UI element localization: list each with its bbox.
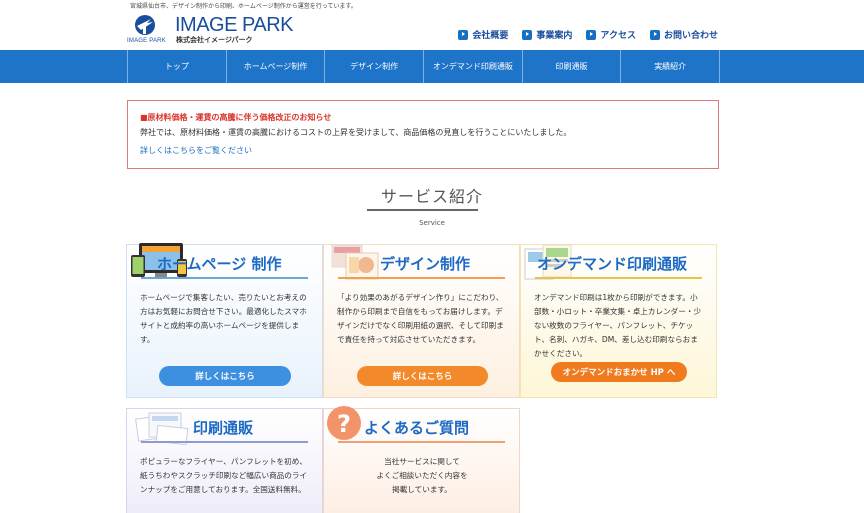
card-title-faq: よくあるご質問 — [364, 419, 470, 437]
svg-text:?: ? — [337, 410, 351, 438]
nav-item-print[interactable]: 印刷通販 — [523, 50, 622, 83]
card-title-web: ホームページ 制作 — [157, 255, 282, 273]
notice-title: ■原材料価格・運賃の高騰に伴う価格改正のお知らせ — [140, 113, 332, 122]
service-card-design: デザイン制作 「より効果のあがるデザイン作り」にこだわり、制作から印刷まで自信を… — [323, 244, 520, 398]
link-contact[interactable]: お問い合わせ — [649, 28, 718, 41]
card-divider — [338, 277, 505, 279]
faq-line: 掲載しています。 — [392, 485, 452, 494]
logo-main-text: IMAGE PARK — [175, 14, 294, 36]
card-title-print: 印刷通販 — [193, 419, 254, 437]
arrow-right-icon — [649, 29, 660, 40]
service-card-print: 印刷通販 ポピュラーなフライヤー、パンフレットを初め、紙うちわやスクラッチ印刷な… — [126, 408, 323, 513]
card-divider — [141, 441, 308, 443]
card-divider — [141, 277, 308, 279]
site-tagline: 宮城県仙台市、デザイン制作から印刷、ホームページ制作から運営を行っています。 — [130, 3, 357, 10]
service-card-ondemand: オンデマンド印刷通販 オンデマンド印刷は1枚から印刷ができます。小部数・小ロット… — [520, 244, 717, 398]
design-details-button[interactable]: 詳しくはこちら — [357, 366, 488, 386]
arrow-right-icon — [458, 29, 469, 40]
arrow-right-icon — [522, 29, 533, 40]
card-body-design: 「より効果のあがるデザイン作り」にこだわり、制作から印刷まで自信をもってお届けし… — [337, 293, 504, 344]
section-title: サービス紹介 — [380, 187, 483, 206]
nav-item-ondemand[interactable]: オンデマンド印刷通販 — [424, 50, 523, 83]
notice-text: 弊社では、原材料価格・運賃の高騰におけるコストの上昇を受けまして、商品価格の見直… — [140, 128, 572, 137]
card-body-web: ホームページで集客したい、売りたいとお考えの方はお気軽にお問合せ下さい。最適化し… — [140, 293, 307, 344]
price-notice: ■原材料価格・運賃の高騰に伴う価格改正のお知らせ 弊社では、原材料価格・運賃の高… — [127, 100, 719, 169]
card-body-faq: 当社サービスに関して よくご相談いただく内容を 掲載しています。 — [337, 455, 507, 497]
section-divider — [367, 209, 478, 211]
logo-small-text: IMAGE PARK — [127, 38, 166, 44]
card-title-design: デザイン制作 — [380, 255, 471, 273]
link-business[interactable]: 事業案内 — [522, 28, 572, 41]
card-divider — [535, 277, 702, 279]
question-mark-icon: ? — [327, 406, 361, 440]
logo-company-name: 株式会社イメージパーク — [176, 36, 253, 44]
nav-item-design[interactable]: デザイン制作 — [325, 50, 425, 83]
faq-line: 当社サービスに関して — [384, 457, 460, 466]
service-card-faq: ? よくあるご質問 当社サービスに関して よくご相談いただく内容を 掲載していま… — [323, 406, 520, 513]
arrow-right-icon — [586, 29, 597, 40]
card-title-ondemand: オンデマンド印刷通販 — [537, 255, 688, 273]
site-logo[interactable]: IMAGE PARK IMAGE PARK 株式会社イメージパーク — [127, 14, 297, 46]
web-details-button[interactable]: 詳しくはこちら — [159, 366, 291, 386]
nav-item-top[interactable]: トップ — [128, 50, 227, 83]
service-card-web: ホームページ 制作 ホームページで集客したい、売りたいとお考えの方はお気軽にお問… — [126, 243, 323, 398]
card-body-print: ポピュラーなフライヤー、パンフレットを初め、紙うちわやスクラッチ印刷など幅広い商… — [140, 457, 308, 494]
link-access[interactable]: アクセス — [586, 28, 636, 41]
section-subtitle: Service — [419, 219, 445, 227]
notice-link[interactable]: 詳しくはこちらをご覧ください — [140, 145, 252, 156]
header-links: 会社概要 事業案内 アクセス お問い合わせ — [458, 28, 718, 41]
faq-line: よくご相談いただく内容を — [376, 471, 468, 480]
nav-item-works[interactable]: 実績紹介 — [621, 50, 721, 83]
nav-item-web[interactable]: ホームページ制作 — [227, 50, 326, 83]
ondemand-hp-button[interactable]: オンデマンドおまかせ HP へ — [551, 362, 687, 382]
link-company[interactable]: 会社概要 — [458, 28, 508, 41]
main-nav: トップ ホームページ制作 デザイン制作 オンデマンド印刷通販 印刷通販 実績紹介 — [0, 50, 864, 83]
card-body-ondemand: オンデマンド印刷は1枚から印刷ができます。小部数・小ロット・卒業文集・卓上カレン… — [534, 293, 702, 358]
card-divider — [338, 441, 505, 443]
